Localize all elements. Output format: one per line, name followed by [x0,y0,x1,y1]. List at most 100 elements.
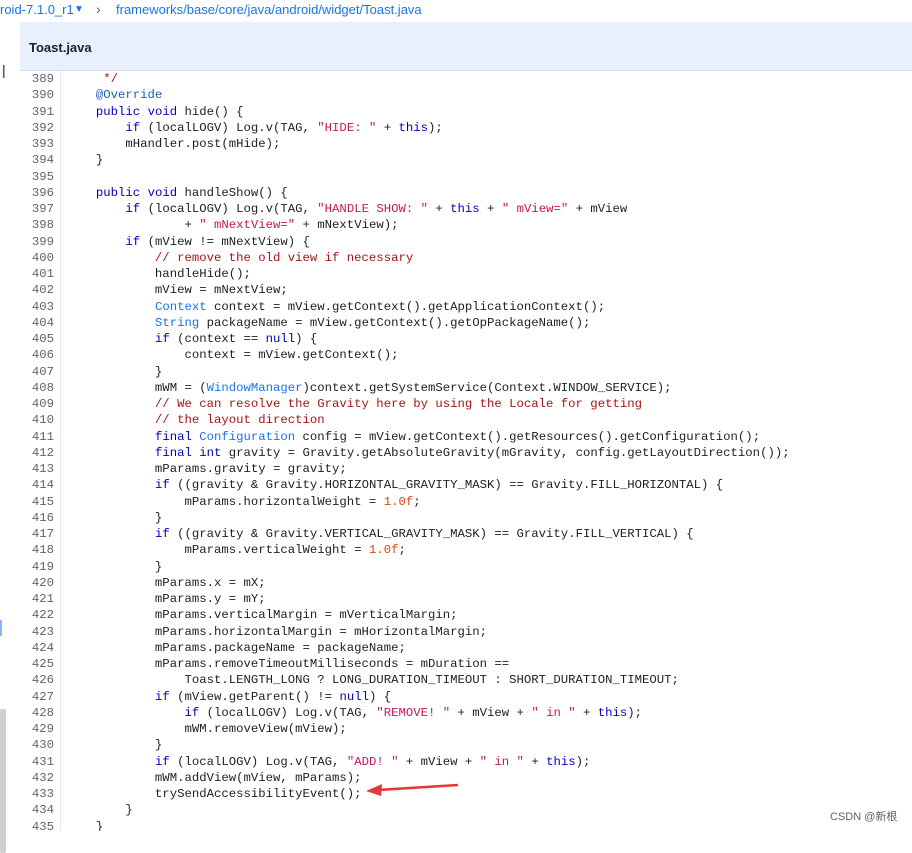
line-text: } [59,819,104,832]
line-number: 389 [31,72,54,86]
code-line: 399 if (mView != mNextView) { [20,234,912,250]
code-line: 424 mParams.packageName = packageName; [20,640,912,656]
line-text: } [59,510,163,525]
line-number: 424 [31,640,54,655]
code-line: 434 } [20,802,912,818]
line-text: if (context == null) { [154,332,318,346]
code-line: 433 trySendAccessibilityEvent(); [20,786,912,802]
line-number: 406 [31,348,54,363]
line-text: } [59,738,163,753]
code-line: 419 } [20,559,912,575]
line-number: 432 [31,770,54,785]
code-line: 403 Context context = mView.getContext()… [20,299,912,315]
line-number: 414 [31,478,54,493]
code-line: 421 mParams.y = mY; [20,591,912,607]
line-number: 423 [31,624,54,639]
line-number: 422 [31,608,54,623]
breadcrumb-path-link[interactable]: frameworks/base/core/java/android/widget… [116,2,422,17]
branch-selector[interactable]: roid-7.1.0_r1 [0,2,74,17]
line-text: mWM = (WindowManager)context.getSystemSe… [59,380,672,395]
code-line: 395 [20,169,912,185]
code-line: 416 } [20,510,912,526]
line-number: 396 [31,185,54,200]
selection-marker [0,620,2,636]
code-line: 389 */ [20,71,912,87]
line-text: mParams.x = mX; [59,575,266,590]
code-line: 402 mView = mNextView; [20,282,912,298]
caret-down-icon[interactable]: ▼ [74,4,84,15]
code-line: 420 mParams.x = mX; [20,575,912,591]
code-line: 413 mParams.gravity = gravity; [20,461,912,477]
line-number: 401 [31,267,54,281]
code-line: 390 @Override [20,87,912,103]
line-number: 419 [31,559,54,574]
line-text: if (localLOGV) Log.v(TAG, "HIDE: " + thi… [125,120,443,135]
line-text: @Override [95,88,163,103]
code-line: 396 public void handleShow() { [20,185,912,201]
code-line: 432 mWM.addView(mView, mParams); [20,770,912,786]
code-line: 427 if (mView.getParent() != null) { [20,689,912,705]
line-text: mHandler.post(mHide); [59,137,281,151]
line-number: 416 [31,510,54,525]
line-text: + " mNextView=" + mNextView); [59,218,399,233]
line-number: 390 [31,88,54,103]
code-line: 391 public void hide() { [20,104,912,120]
line-text: mWM.removeView(mView); [59,722,347,736]
line-text: if (localLOGV) Log.v(TAG, "REMOVE! " + m… [184,705,643,720]
code-line: 431 if (localLOGV) Log.v(TAG, "ADD! " + … [20,754,912,770]
line-text: mWM.addView(mView, mParams); [59,770,362,785]
line-number: 393 [31,137,54,151]
code-line: 410 // the layout direction [20,412,912,428]
code-line: 405 if (context == null) { [20,331,912,347]
tab-toast-java[interactable]: Toast.java [29,40,92,55]
line-text: public void handleShow() { [95,185,288,200]
code-line: 394 } [20,152,912,168]
code-viewer: 389 */390 @Override 391 public void hide(… [20,71,912,831]
code-line: 430 } [20,737,912,753]
line-text: final int gravity = Gravity.getAbsoluteG… [154,445,790,460]
code-line: 409 // We can resolve the Gravity here b… [20,396,912,412]
line-text: mParams.horizontalMargin = mHorizontalMa… [59,624,488,639]
code-line: 392 if (localLOGV) Log.v(TAG, "HIDE: " +… [20,120,912,136]
code-line: 425 mParams.removeTimeoutMilliseconds = … [20,656,912,672]
line-number: 421 [31,592,54,606]
breadcrumb-separator: › [96,1,101,17]
line-number: 433 [31,787,54,801]
left-panel-strip: | [0,22,20,853]
code-line: 398 + " mNextView=" + mNextView); [20,217,912,233]
line-number: 392 [31,120,54,135]
line-text: final Configuration config = mView.getCo… [154,429,761,444]
line-text: */ [59,72,119,86]
line-number: 415 [31,494,54,509]
line-number: 408 [31,380,54,395]
code-line: 407 } [20,364,912,380]
code-line: 414 if ((gravity & Gravity.HORIZONTAL_GR… [20,477,912,493]
line-number: 391 [31,104,54,119]
line-number: 427 [31,689,54,704]
line-text: if (mView.getParent() != null) { [154,689,392,704]
line-number: 404 [31,315,54,330]
line-text: // remove the old view if necessary [59,250,414,265]
code-line: 428 if (localLOGV) Log.v(TAG, "REMOVE! "… [20,705,912,721]
line-number: 425 [31,657,54,671]
code-line: 426 Toast.LENGTH_LONG ? LONG_DURATION_TI… [20,672,912,688]
line-text: if (localLOGV) Log.v(TAG, "HANDLE SHOW: … [125,202,628,216]
line-number: 405 [31,332,54,346]
code-line: 393 mHandler.post(mHide); [20,136,912,152]
panel-toggle-icon[interactable]: | [2,62,6,78]
line-number: 434 [31,803,54,818]
code-line: 415 mParams.horizontalWeight = 1.0f; [20,494,912,510]
line-number: 413 [31,462,54,476]
line-number: 431 [31,754,54,769]
line-number: 400 [31,250,54,265]
code-line: 422 mParams.verticalMargin = mVerticalMa… [20,607,912,623]
line-number: 412 [31,445,54,460]
code-line: 404 String packageName = mView.getContex… [20,315,912,331]
line-text: Context context = mView.getContext().get… [154,299,606,314]
line-text: context = mView.getContext(); [59,348,399,363]
line-text: handleHide(); [59,267,251,281]
line-number: 399 [31,234,54,249]
line-text: // We can resolve the Gravity here by us… [59,397,642,411]
scrollbar-thumb[interactable] [0,709,6,853]
line-text: mParams.verticalWeight = 1.0f; [59,543,406,558]
